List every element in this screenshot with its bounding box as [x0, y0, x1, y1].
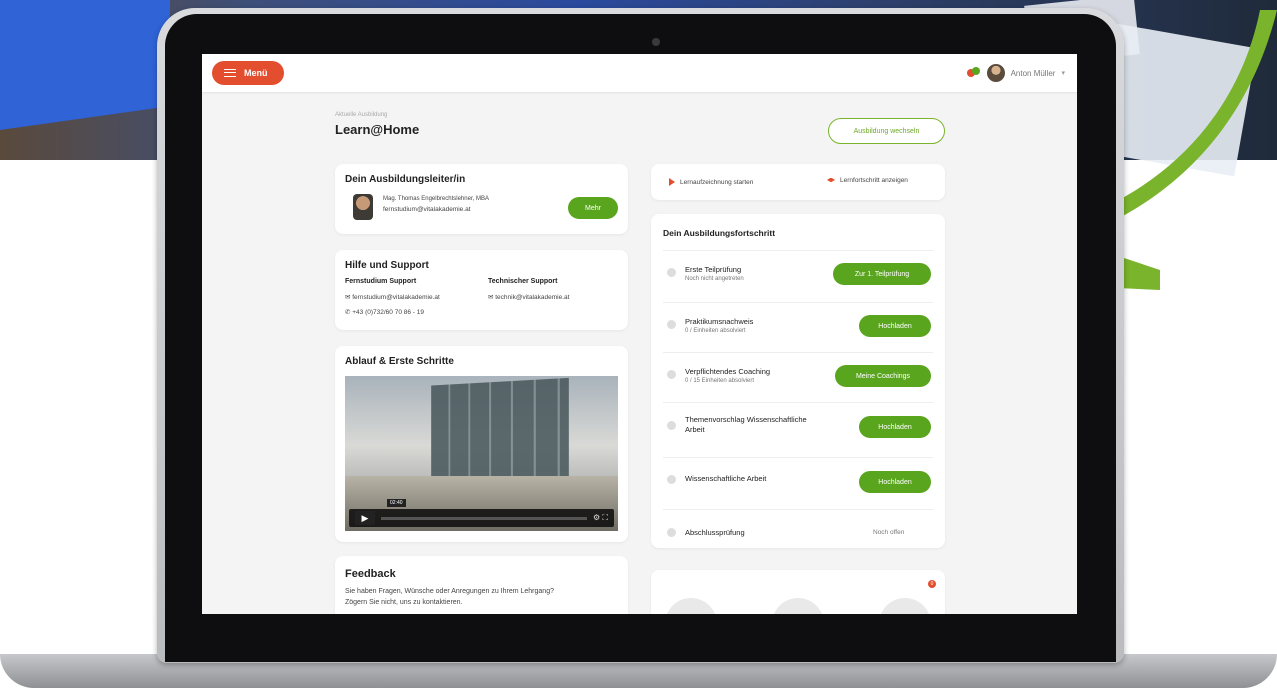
- status-icon: [667, 320, 676, 329]
- status-icon: [667, 475, 676, 484]
- video-progress[interactable]: [381, 516, 587, 520]
- video-thumbnail: [431, 377, 569, 492]
- user-name: Anton Müller: [1010, 68, 1056, 78]
- item-title: Abschlussprüfung: [685, 528, 745, 537]
- progress-item: Wissenschaftliche Arbeit Hochladen: [663, 457, 933, 509]
- actions-card: Lernaufzeichnung starten Lernfortschritt…: [651, 164, 945, 200]
- feedback-card: Feedback Sie haben Fragen, Wünsche oder …: [335, 556, 628, 614]
- first-exam-button[interactable]: Zur 1. Teilprüfung: [833, 263, 931, 285]
- play-icon[interactable]: ▶: [355, 511, 375, 525]
- item-subtitle: 0 / 15 Einheiten absolviert: [685, 378, 755, 384]
- avatar[interactable]: [986, 64, 1005, 82]
- progress-item: Abschlussprüfung Noch offen: [663, 509, 933, 545]
- progress-item: Themenvorschlag Wissenschaftliche Arbeit…: [663, 402, 933, 457]
- notification-badge: 0: [928, 580, 936, 588]
- leader-avatar: [353, 194, 373, 220]
- technical-support-title: Technischer Support: [488, 278, 558, 285]
- item-title: Praktikumsnachweis: [685, 317, 754, 326]
- leader-card: Dein Ausbildungsleiter/in Mag. Thomas En…: [335, 164, 628, 234]
- support-phone[interactable]: ✆ +43 (0)732/60 70 86 - 19: [345, 308, 424, 316]
- video-heading: Ablauf & Erste Schritte: [345, 356, 454, 367]
- record-link[interactable]: Lernaufzeichnung starten: [669, 178, 753, 186]
- technical-support-email[interactable]: ✉ technik@vitalakademie.at: [488, 293, 569, 301]
- top-bar: Menü Anton Müller ▾: [202, 54, 1077, 92]
- upload-button[interactable]: Hochladen: [859, 471, 931, 493]
- hamburger-icon: [224, 69, 236, 77]
- support-card: Hilfe und Support Fernstudium Support ✉ …: [335, 250, 628, 330]
- item-subtitle: Noch nicht angetreten: [685, 276, 744, 282]
- progress-label: Lernfortschritt anzeigen: [840, 177, 908, 184]
- status-icon: [667, 268, 676, 277]
- camera-icon: [652, 38, 660, 46]
- feedback-text-2: Zögern Sie nicht, uns zu kontaktieren.: [345, 599, 463, 606]
- leader-email[interactable]: fernstudium@vitalakademie.at: [383, 206, 471, 213]
- feedback-text-1: Sie haben Fragen, Wünsche oder Anregunge…: [345, 588, 554, 595]
- fernstudium-email[interactable]: ✉ fernstudium@vitalakademie.at: [345, 293, 440, 301]
- status-text: Noch offen: [873, 529, 905, 536]
- progress-link[interactable]: Lernfortschritt anzeigen: [827, 177, 908, 184]
- achievement-icon[interactable]: [772, 598, 824, 614]
- item-title: Themenvorschlag Wissenschaftliche: [685, 415, 807, 424]
- graduation-cap-icon: [827, 177, 835, 183]
- item-subtitle: 0 / Einheiten absolviert: [685, 328, 746, 334]
- leader-heading: Dein Ausbildungsleiter/in: [345, 174, 466, 185]
- coachings-button[interactable]: Meine Coachings: [835, 365, 931, 387]
- item-title: Wissenschaftliche Arbeit: [685, 474, 767, 483]
- status-icon: [667, 528, 676, 537]
- menu-label: Menü: [244, 68, 268, 78]
- fernstudium-support-title: Fernstudium Support: [345, 278, 417, 285]
- progress-card: Dein Ausbildungsfortschritt Erste Teilpr…: [651, 214, 945, 548]
- video-player[interactable]: 02:40 ▶ ⚙ ⛶: [345, 376, 618, 531]
- play-icon: [669, 178, 675, 186]
- record-label: Lernaufzeichnung starten: [680, 178, 754, 186]
- progress-item: Verpflichtendes Coaching 0 / 15 Einheite…: [663, 352, 933, 402]
- video-controls: ▶ ⚙ ⛶: [349, 509, 614, 527]
- switch-training-button[interactable]: Ausbildung wechseln: [828, 118, 945, 144]
- settings-icon[interactable]: ⚙ ⛶: [593, 513, 608, 523]
- upload-button[interactable]: Hochladen: [859, 315, 931, 337]
- user-menu[interactable]: Anton Müller ▾: [966, 64, 1065, 82]
- video-time: 02:40: [387, 499, 406, 507]
- progress-item: Erste Teilprüfung Noch nicht angetreten …: [663, 250, 933, 302]
- blue-book: [0, 0, 170, 130]
- leader-more-button[interactable]: Mehr: [568, 197, 618, 219]
- leader-name: Mag. Thomas Engelbrechtslehner, MBA: [383, 196, 489, 202]
- status-icon: [667, 421, 676, 430]
- item-title: Erste Teilprüfung: [685, 265, 742, 274]
- feedback-heading: Feedback: [345, 568, 396, 580]
- upload-button[interactable]: Hochladen: [859, 416, 931, 438]
- menu-button[interactable]: Menü: [212, 61, 284, 85]
- chevron-down-icon[interactable]: ▾: [1061, 69, 1065, 77]
- achievement-icon[interactable]: [879, 598, 931, 614]
- status-icon: [667, 370, 676, 379]
- progress-item: Praktikumsnachweis 0 / Einheiten absolvi…: [663, 302, 933, 352]
- app-screen: Menü Anton Müller ▾ Aktuelle Ausbildung …: [202, 54, 1077, 614]
- support-heading: Hilfe und Support: [345, 260, 429, 271]
- item-title: Verpflichtendes Coaching: [685, 367, 771, 376]
- notification-icon[interactable]: [966, 67, 981, 79]
- achievements-card: 0: [651, 570, 945, 614]
- video-card: Ablauf & Erste Schritte 02:40 ▶ ⚙ ⛶: [335, 346, 628, 542]
- main-content: Aktuelle Ausbildung Learn@Home Ausbildun…: [335, 112, 945, 614]
- item-title-continued: Arbeit: [685, 425, 705, 434]
- promo-scene: Menü Anton Müller ▾ Aktuelle Ausbildung …: [0, 0, 1277, 688]
- progress-heading: Dein Ausbildungsfortschritt: [663, 228, 776, 238]
- achievement-icon[interactable]: [665, 598, 717, 614]
